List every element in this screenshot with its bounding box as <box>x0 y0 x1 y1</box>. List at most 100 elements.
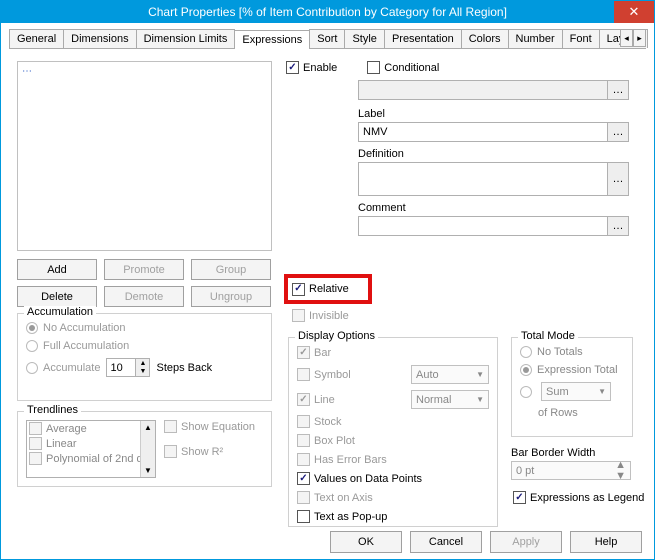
comment-browse-button[interactable]: … <box>607 216 629 236</box>
trend-linear-checkbox <box>29 437 42 450</box>
bar-border-combo[interactable]: 0 pt ▲▼ <box>511 461 631 480</box>
help-button[interactable]: Help <box>570 531 642 553</box>
enable-label: Enable <box>303 62 337 74</box>
comment-input[interactable] <box>358 216 608 236</box>
expression-buttons: Add Promote Group Delete Demote Ungroup <box>17 259 272 307</box>
relative-highlight: Relative <box>284 274 372 304</box>
group-button: Group <box>191 259 271 280</box>
boxplot-checkbox <box>297 434 310 447</box>
dialog-footer: OK Cancel Apply Help <box>1 531 654 553</box>
apply-button: Apply <box>490 531 562 553</box>
accumulate-n-label: Accumulate <box>43 362 100 374</box>
definition-input[interactable] <box>358 162 608 196</box>
tab-sort[interactable]: Sort <box>309 29 345 48</box>
enable-checkbox[interactable] <box>286 61 299 74</box>
relative-label: Relative <box>309 283 349 295</box>
label-browse-button[interactable]: … <box>607 122 629 142</box>
bar-label: Bar <box>314 347 331 359</box>
trendlines-group: Trendlines Average Linear Polynomial of … <box>17 411 272 487</box>
spin-up-icon[interactable]: ▲ <box>615 460 626 471</box>
bar-checkbox <box>297 346 310 359</box>
tab-dimensions[interactable]: Dimensions <box>63 29 136 48</box>
close-button[interactable]: ✕ <box>614 1 654 23</box>
tab-scroll: ◂ ▸ <box>620 29 646 47</box>
no-accumulation-label: No Accumulation <box>43 322 126 334</box>
line-checkbox <box>297 393 310 406</box>
line-label: Line <box>314 394 335 406</box>
tree-item[interactable]: ⋯ <box>22 66 267 77</box>
conditional-input <box>358 80 608 100</box>
values-checkbox[interactable] <box>297 472 310 485</box>
show-equation-checkbox <box>164 420 177 433</box>
stock-checkbox <box>297 415 310 428</box>
trend-scrollbar[interactable]: ▲▼ <box>140 421 155 477</box>
definition-field-label: Definition <box>358 148 631 160</box>
textaxis-label: Text on Axis <box>314 492 373 504</box>
symbol-combo[interactable]: Auto▼ <box>411 365 489 384</box>
popup-checkbox[interactable] <box>297 510 310 523</box>
stock-label: Stock <box>314 416 342 428</box>
spin-up-icon[interactable]: ▲ <box>136 359 149 368</box>
textaxis-checkbox <box>297 491 310 504</box>
invisible-label: Invisible <box>309 310 349 322</box>
tab-number[interactable]: Number <box>508 29 563 48</box>
invisible-option: Invisible <box>292 309 349 322</box>
label-input[interactable]: NMV <box>358 122 608 142</box>
total-mode-group: Total Mode No Totals Expression Total Su… <box>511 337 633 437</box>
trendlines-list[interactable]: Average Linear Polynomial of 2nd d ▲▼ <box>26 420 156 478</box>
relative-checkbox[interactable] <box>292 283 305 296</box>
boxplot-label: Box Plot <box>314 435 355 447</box>
show-equation-label: Show Equation <box>181 421 255 433</box>
conditional-label: Conditional <box>384 62 439 74</box>
full-accumulation-label: Full Accumulation <box>43 340 129 352</box>
tab-dimension-limits[interactable]: Dimension Limits <box>136 29 236 48</box>
symbol-label: Symbol <box>314 369 351 381</box>
show-r2-label: Show R² <box>181 446 223 458</box>
tab-general[interactable]: General <box>9 29 64 48</box>
trend-poly2-checkbox <box>29 452 42 465</box>
add-button[interactable]: Add <box>17 259 97 280</box>
trendlines-title: Trendlines <box>24 404 81 416</box>
tab-scroll-right[interactable]: ▸ <box>633 29 646 47</box>
expression-total-label: Expression Total <box>537 364 618 376</box>
tab-scroll-left[interactable]: ◂ <box>620 29 633 47</box>
values-label: Values on Data Points <box>314 473 422 485</box>
legend-label: Expressions as Legend <box>530 492 644 504</box>
cancel-button[interactable]: Cancel <box>410 531 482 553</box>
bar-border-width: Bar Border Width 0 pt ▲▼ <box>511 447 633 480</box>
legend-checkbox[interactable] <box>513 491 526 504</box>
accumulation-title: Accumulation <box>24 306 96 318</box>
spin-down-icon[interactable]: ▼ <box>615 471 626 482</box>
conditional-checkbox[interactable] <box>367 61 380 74</box>
accumulate-steps-spinner[interactable]: ▲▼ <box>106 358 150 377</box>
comment-field-label: Comment <box>358 202 631 214</box>
demote-button: Demote <box>104 286 184 307</box>
chevron-down-icon: ▼ <box>476 395 484 404</box>
tab-font[interactable]: Font <box>562 29 600 48</box>
ok-button[interactable]: OK <box>330 531 402 553</box>
no-totals-radio <box>520 346 532 358</box>
titlebar: Chart Properties [% of Item Contribution… <box>1 1 654 23</box>
definition-browse-button[interactable]: … <box>607 162 629 196</box>
right-column: Enable Conditional … Label NMV … Definit… <box>286 61 631 236</box>
of-rows-label: of Rows <box>538 407 578 419</box>
window-title: Chart Properties [% of Item Contribution… <box>148 5 507 19</box>
tab-colors[interactable]: Colors <box>461 29 509 48</box>
delete-button[interactable]: Delete <box>17 286 97 307</box>
expression-tree[interactable]: ⋯ <box>17 61 272 251</box>
symbol-checkbox <box>297 368 310 381</box>
expression-total-radio <box>520 364 532 376</box>
steps-back-label: Steps Back <box>156 362 212 374</box>
line-combo[interactable]: Normal▼ <box>411 390 489 409</box>
accumulate-steps-input[interactable] <box>107 362 135 374</box>
conditional-browse-button[interactable]: … <box>607 80 629 100</box>
spin-down-icon[interactable]: ▼ <box>136 368 149 377</box>
no-totals-label: No Totals <box>537 346 583 358</box>
ungroup-button: Ungroup <box>191 286 271 307</box>
display-options-group: Display Options Bar Symbol Auto▼ Line No… <box>288 337 498 527</box>
tab-expressions[interactable]: Expressions <box>234 30 310 49</box>
dialog-body: ⋯ Enable Conditional … Label NMV … <box>1 49 654 539</box>
tab-style[interactable]: Style <box>344 29 384 48</box>
trend-average-checkbox <box>29 422 42 435</box>
tab-presentation[interactable]: Presentation <box>384 29 462 48</box>
